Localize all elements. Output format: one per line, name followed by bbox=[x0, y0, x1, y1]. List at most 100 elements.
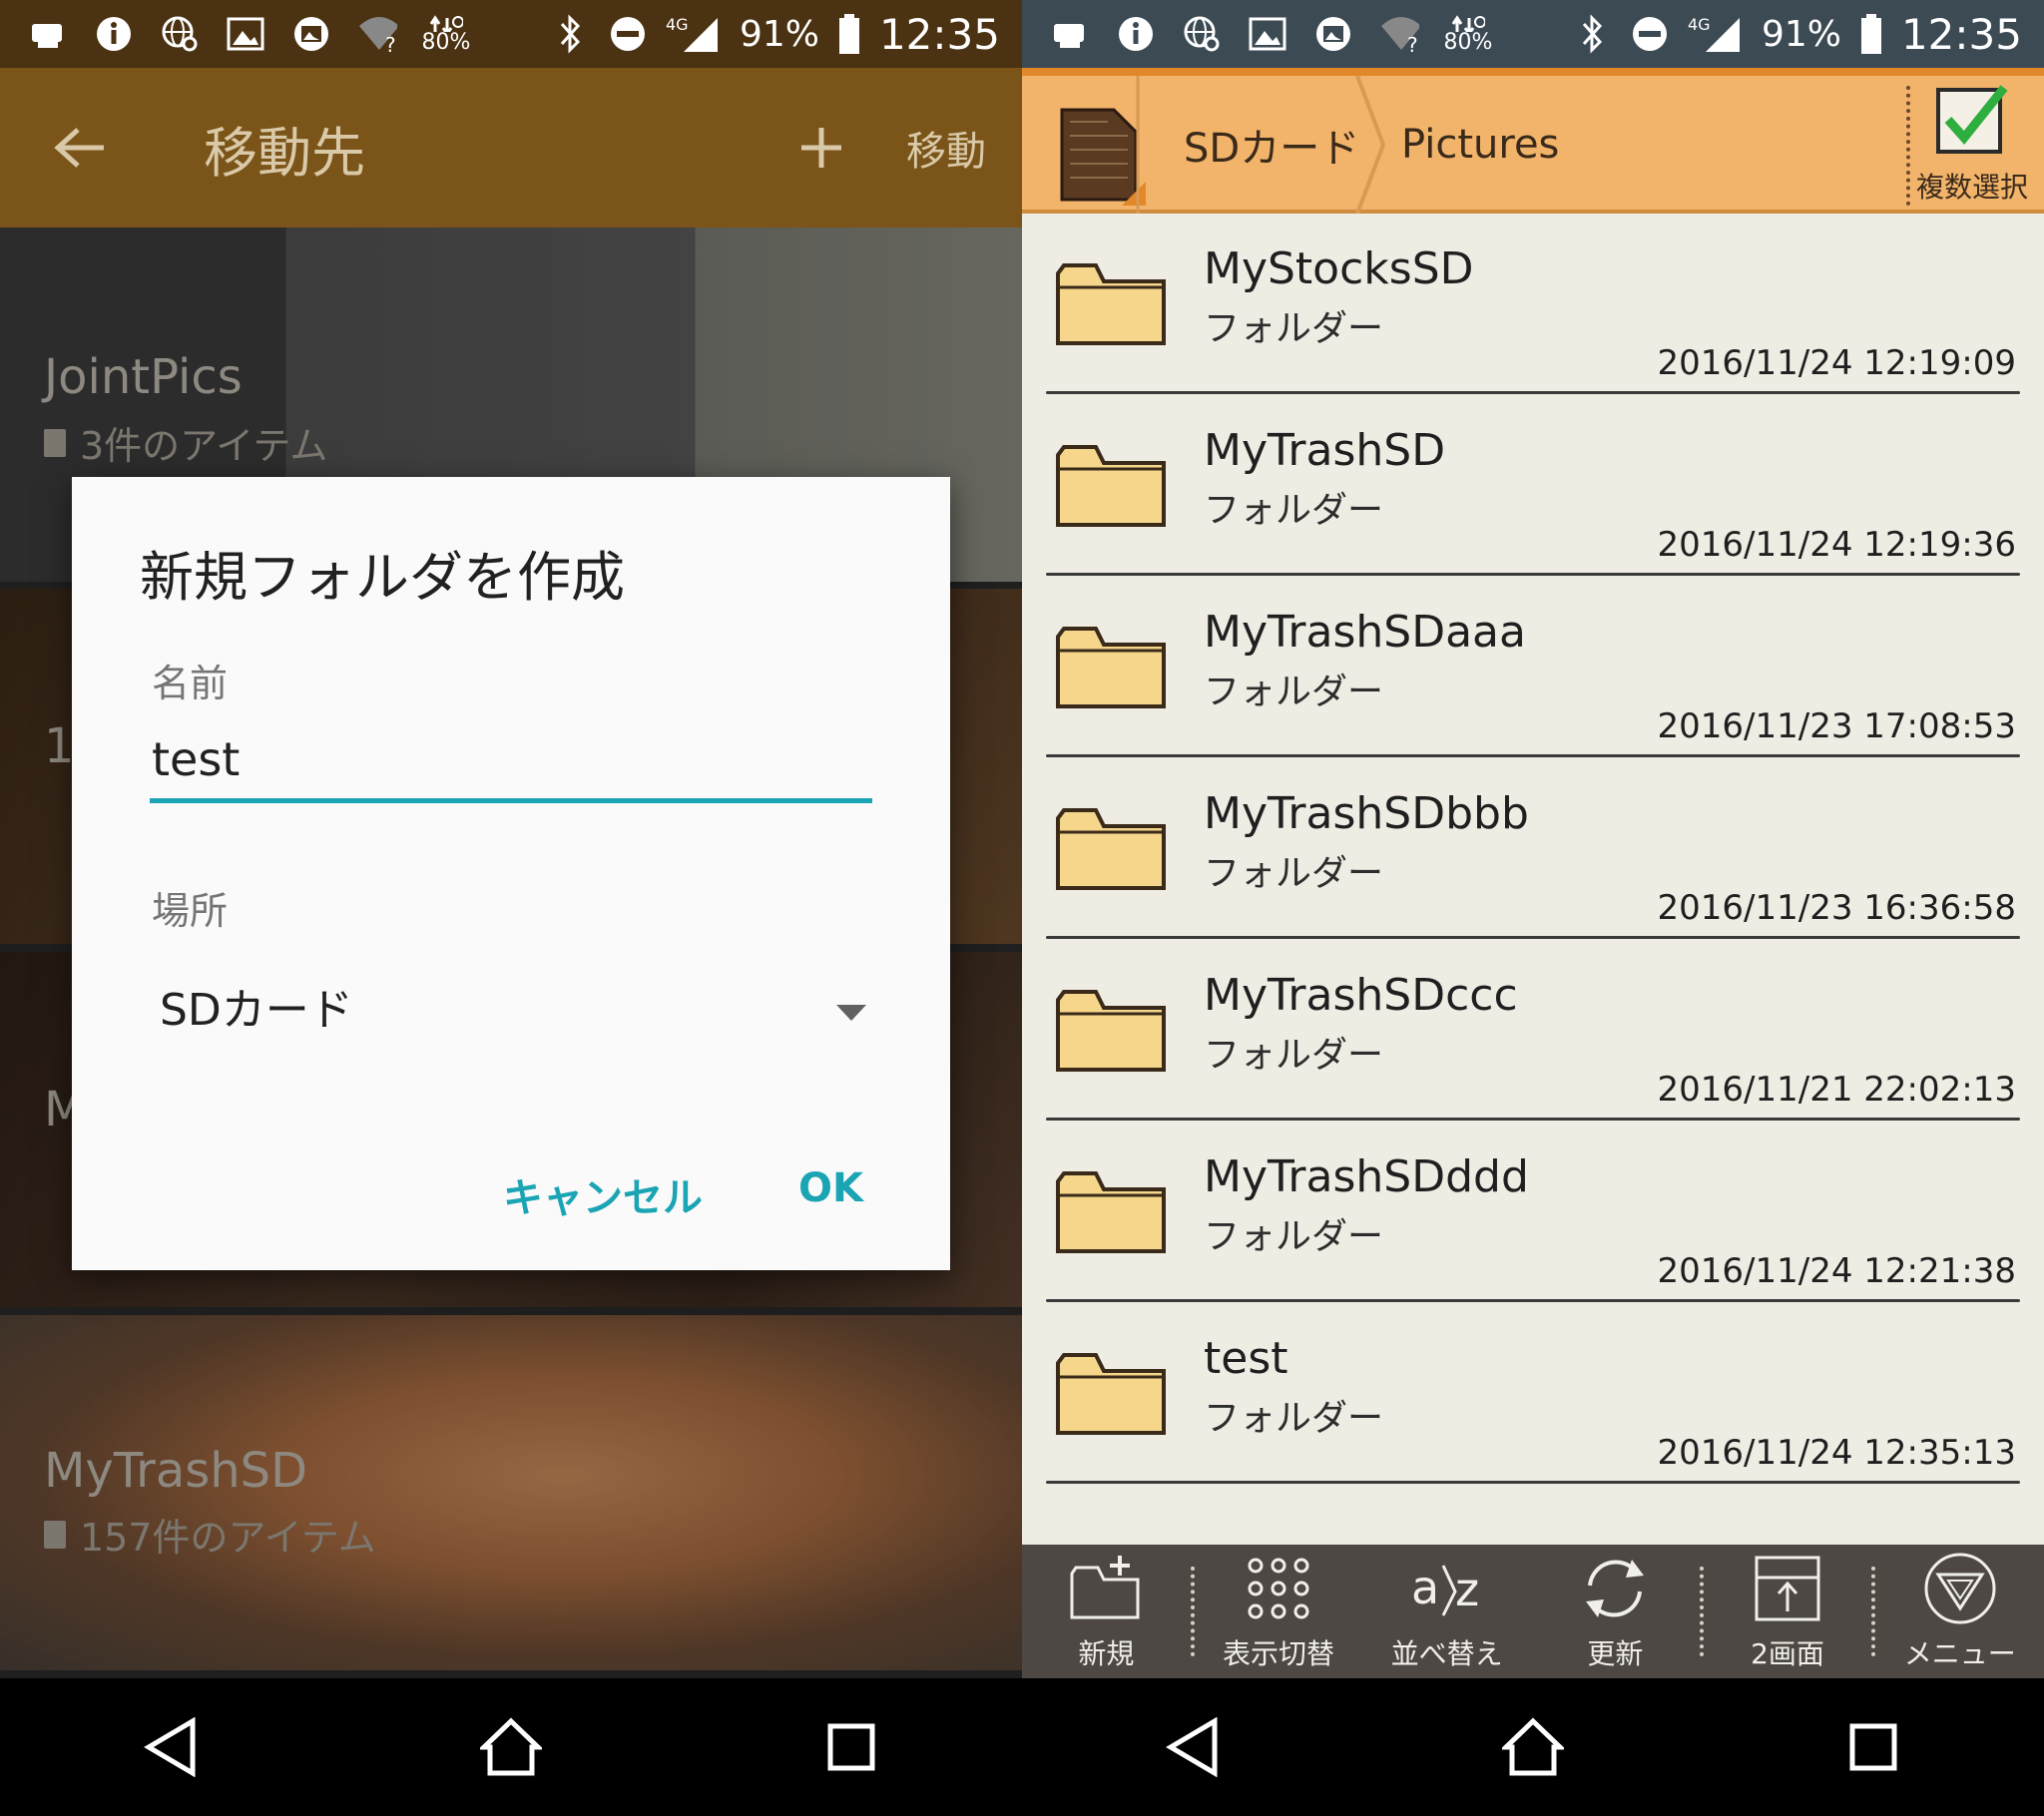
folder-name: MyStocksSD bbox=[1204, 243, 1474, 294]
clock: 12:35 bbox=[878, 9, 1000, 59]
breadcrumb bbox=[1134, 76, 1164, 214]
svg-text:a: a bbox=[1411, 1561, 1439, 1614]
bluetooth-icon bbox=[1572, 14, 1612, 54]
move-button[interactable]: 移動 bbox=[906, 119, 986, 177]
signal-4g-icon: 4G bbox=[1688, 14, 1744, 54]
gallery-icon bbox=[1313, 14, 1353, 54]
folder-date: 2016/11/24 12:35:13 bbox=[1657, 1433, 2016, 1473]
folder-icon bbox=[1056, 445, 1166, 527]
info-icon bbox=[94, 14, 134, 54]
folder-type: フォルダー bbox=[1204, 490, 1384, 531]
divider bbox=[1046, 391, 2020, 394]
clock: 12:35 bbox=[1900, 9, 2022, 59]
navigation-bar bbox=[0, 1678, 1022, 1816]
do-not-disturb-icon bbox=[608, 14, 648, 54]
folder-name: test bbox=[1204, 1333, 1288, 1384]
list-item[interactable]: MyTrashSDccc フォルダー 2016/11/21 22:02:13 bbox=[1022, 940, 2044, 1122]
folder-icon bbox=[1056, 808, 1166, 890]
folder-type: フォルダー bbox=[1204, 853, 1384, 894]
divider bbox=[1046, 936, 2020, 939]
folder-name: MyTrashSDccc bbox=[1204, 970, 1518, 1021]
page-title: 移動先 bbox=[204, 121, 365, 185]
battery-icon bbox=[1859, 14, 1883, 54]
home-icon[interactable] bbox=[471, 1707, 551, 1787]
folder-name: MyTrashSD bbox=[1204, 425, 1446, 476]
breadcrumb-item-pictures[interactable]: Pictures bbox=[1401, 76, 1559, 214]
new-folder-icon bbox=[1068, 1551, 1144, 1626]
folder-icon bbox=[1056, 627, 1166, 708]
back-icon[interactable] bbox=[1153, 1707, 1233, 1787]
left-screen: ? 80% 4G 91% 12:35 移動先 移動 JointPics 3件のア… bbox=[0, 0, 1022, 1816]
dual-pane-button[interactable]: 2画面 bbox=[1704, 1545, 1872, 1678]
info-icon bbox=[1116, 14, 1156, 54]
folder-date: 2016/11/21 22:02:13 bbox=[1657, 1070, 2016, 1110]
list-item[interactable]: MyTrashSDddd フォルダー 2016/11/24 12:21:38 bbox=[1022, 1122, 2044, 1303]
folder-icon bbox=[1056, 263, 1166, 345]
folder-name: MyTrashSDaaa bbox=[1204, 607, 1526, 658]
wifi-unknown-icon: ? bbox=[1379, 14, 1419, 54]
ok-button[interactable]: OK bbox=[798, 1165, 863, 1211]
home-icon[interactable] bbox=[1493, 1707, 1573, 1787]
sort-button[interactable]: az 並べ替え bbox=[1362, 1545, 1531, 1678]
refresh-button[interactable]: 更新 bbox=[1531, 1545, 1700, 1678]
data-saver-icon: 80% bbox=[422, 14, 470, 54]
svg-text:?: ? bbox=[1407, 33, 1418, 54]
folder-type: フォルダー bbox=[1204, 1398, 1384, 1439]
divider bbox=[1046, 1481, 2020, 1484]
list-item[interactable]: MyTrashSDbbb フォルダー 2016/11/23 16:36:58 bbox=[1022, 758, 2044, 940]
multi-select-button[interactable]: 複数選択 bbox=[1912, 80, 2032, 214]
location-label: 場所 bbox=[152, 889, 229, 933]
add-folder-icon[interactable] bbox=[786, 113, 856, 183]
gallery-icon bbox=[291, 14, 331, 54]
signal-4g-icon: 4G bbox=[666, 14, 722, 54]
folder-type: フォルダー bbox=[1204, 308, 1384, 349]
divider bbox=[1046, 1118, 2020, 1121]
folder-icon bbox=[1056, 990, 1166, 1072]
bottom-toolbar: 新規 表示切替 az 並べ替え 更新 2画面 メニュー bbox=[1022, 1545, 2044, 1678]
new-button[interactable]: 新規 bbox=[1022, 1545, 1191, 1678]
menu-button[interactable]: メニュー bbox=[1875, 1545, 2044, 1678]
back-icon[interactable] bbox=[131, 1707, 211, 1787]
dialog-title: 新規フォルダを作成 bbox=[140, 546, 625, 609]
recents-icon[interactable] bbox=[811, 1707, 891, 1787]
file-manager-toolbar: SDカード Pictures 複数選択 bbox=[1022, 68, 2044, 214]
data-saver-icon: 80% bbox=[1444, 14, 1492, 54]
folder-name-input[interactable] bbox=[150, 726, 872, 803]
grid-view-icon bbox=[1241, 1551, 1316, 1626]
globe-search-icon bbox=[160, 14, 200, 54]
right-screen: ? 80% 4G 91% 12:35 SDカード Pictures 複数選択 M… bbox=[1022, 0, 2044, 1816]
list-item[interactable]: test フォルダー 2016/11/24 12:35:13 bbox=[1022, 1303, 2044, 1485]
refresh-icon bbox=[1577, 1551, 1653, 1626]
name-label: 名前 bbox=[152, 662, 229, 705]
status-bar: ? 80% 4G 91% 12:35 bbox=[0, 0, 1022, 68]
app-notification-icon bbox=[1050, 14, 1090, 54]
destination-app-bar: 移動先 移動 bbox=[0, 68, 1022, 227]
list-item[interactable]: MyTrashSD フォルダー 2016/11/24 12:19:36 bbox=[1022, 395, 2044, 577]
recents-icon[interactable] bbox=[1833, 1707, 1913, 1787]
breadcrumb-separator-icon bbox=[1353, 76, 1393, 214]
folder-date: 2016/11/23 17:08:53 bbox=[1657, 706, 2016, 746]
divider bbox=[1046, 1299, 2020, 1302]
menu-icon bbox=[1922, 1551, 1998, 1626]
back-arrow-icon[interactable] bbox=[40, 108, 120, 188]
divider bbox=[1046, 754, 2020, 757]
folder-list: MyStocksSD フォルダー 2016/11/24 12:19:09 MyT… bbox=[1022, 214, 2044, 1545]
sort-az-icon: az bbox=[1409, 1551, 1485, 1626]
folder-name: MyTrashSDddd bbox=[1204, 1151, 1529, 1202]
app-notification-icon bbox=[28, 14, 68, 54]
divider bbox=[1046, 573, 2020, 576]
svg-text:4G: 4G bbox=[666, 15, 689, 34]
list-item[interactable]: MyStocksSD フォルダー 2016/11/24 12:19:09 bbox=[1022, 214, 2044, 395]
location-select[interactable]: SDカード bbox=[160, 966, 878, 1046]
breadcrumb-item-sd-card[interactable]: SDカード bbox=[1184, 76, 1359, 214]
create-folder-dialog: 新規フォルダを作成 名前 場所 SDカード キャンセル OK bbox=[72, 477, 950, 1270]
list-item[interactable]: MyTrashSDaaa フォルダー 2016/11/23 17:08:53 bbox=[1022, 577, 2044, 758]
bluetooth-icon bbox=[550, 14, 590, 54]
view-toggle-button[interactable]: 表示切替 bbox=[1195, 1545, 1363, 1678]
image-icon bbox=[226, 14, 265, 54]
cancel-button[interactable]: キャンセル bbox=[503, 1165, 703, 1223]
status-bar: ? 80% 4G 91% 12:35 bbox=[1022, 0, 2044, 68]
folder-date: 2016/11/23 16:36:58 bbox=[1657, 888, 2016, 928]
svg-text:z: z bbox=[1455, 1563, 1479, 1616]
location-value: SDカード bbox=[160, 985, 353, 1036]
